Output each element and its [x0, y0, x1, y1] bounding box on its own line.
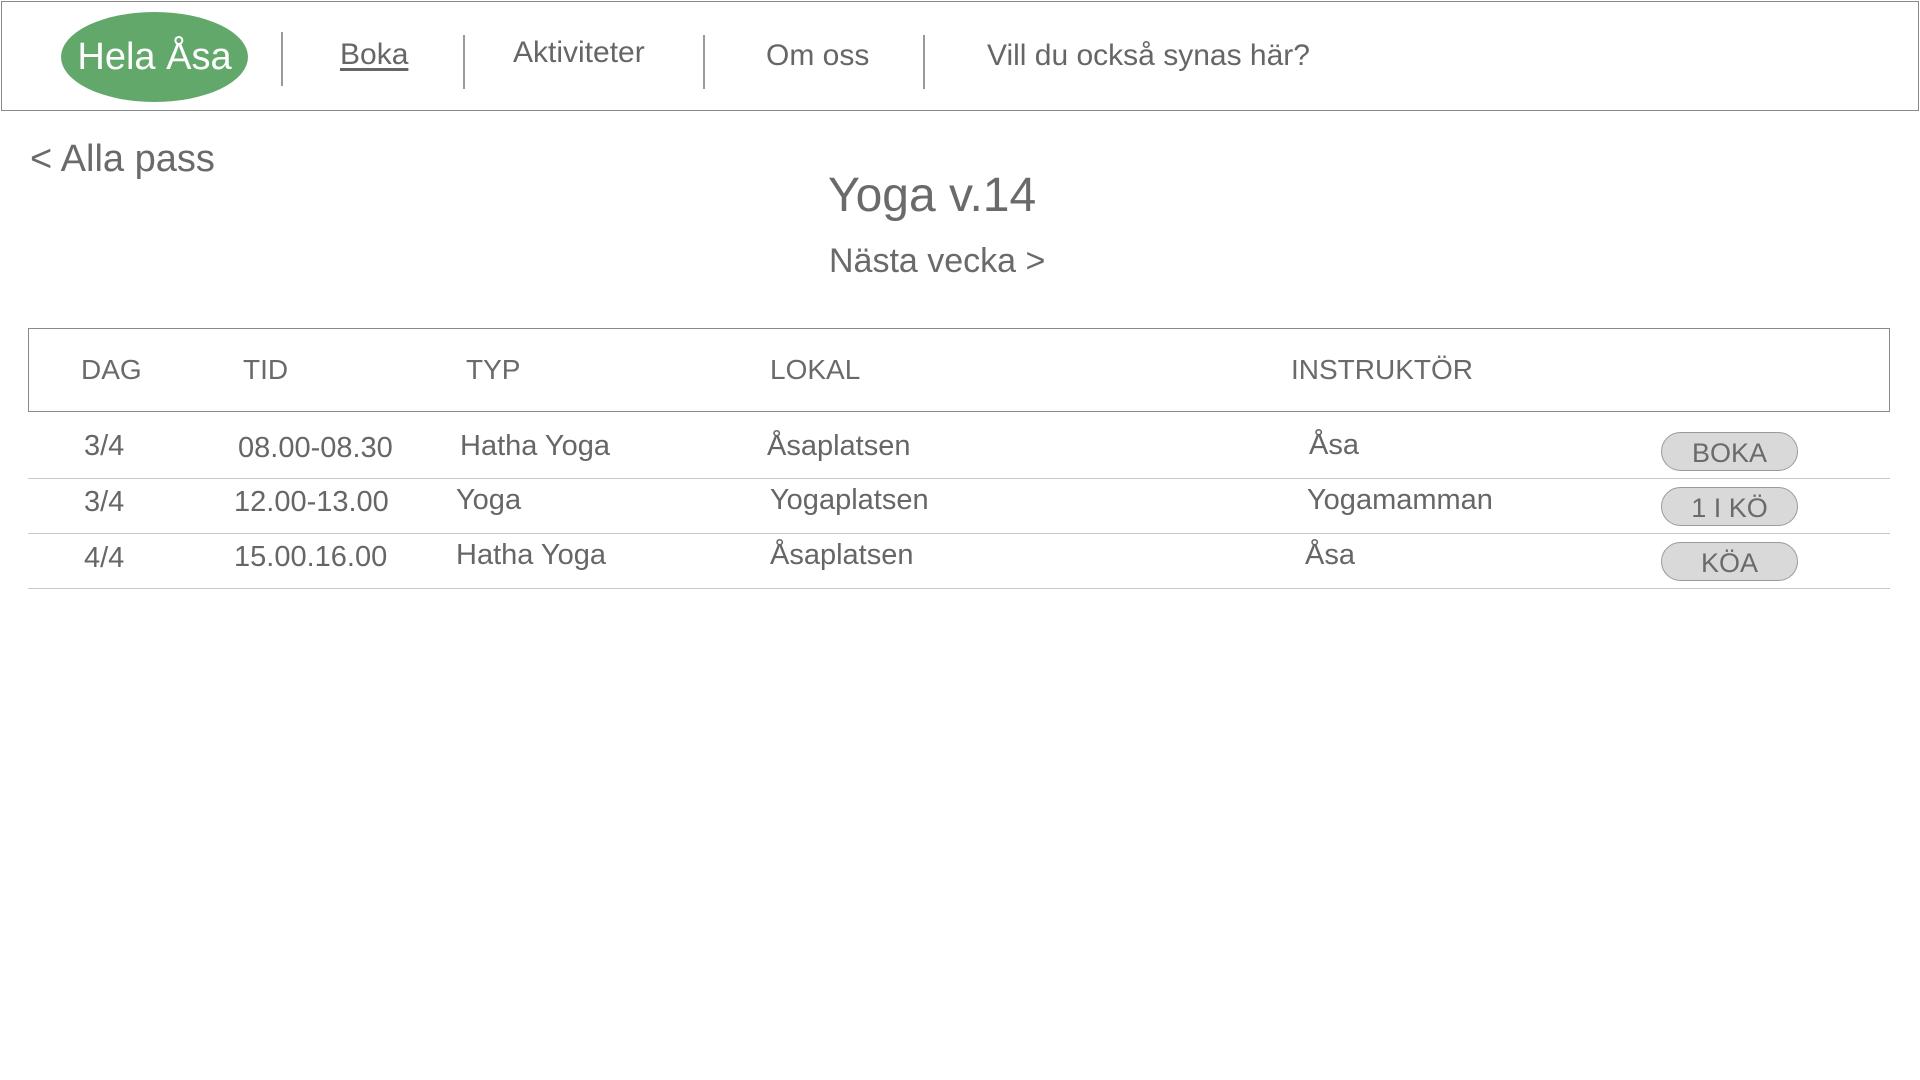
boka-button[interactable]: BOKA: [1661, 432, 1798, 471]
cell-instruktor: Åsa: [1309, 429, 1359, 461]
koa-button[interactable]: KÖA: [1661, 542, 1798, 581]
cell-typ: Yoga: [456, 484, 522, 516]
column-header-dag: DAG: [81, 354, 142, 385]
nav-divider: [703, 35, 705, 89]
column-header-tid: TID: [243, 354, 289, 385]
nav-link-boka[interactable]: Boka: [340, 38, 408, 72]
page-title: Yoga v.14: [828, 169, 1037, 222]
nav-link-om-oss[interactable]: Om oss: [766, 39, 869, 73]
nav-link-aktiviteter[interactable]: Aktiviteter: [513, 36, 645, 70]
table-header: DAG TID TYP LOKAL INSTRUKTÖR: [28, 328, 1890, 412]
next-week-link[interactable]: Nästa vecka >: [829, 242, 1045, 281]
cell-tid: 08.00-08.30: [238, 432, 393, 464]
cell-typ: Hatha Yoga: [460, 430, 610, 462]
cell-dag: 4/4: [84, 542, 125, 574]
cell-lokal: Åsaplatsen: [767, 430, 911, 462]
cell-typ: Hatha Yoga: [456, 539, 606, 571]
cell-instruktor: Yogamamman: [1307, 484, 1493, 516]
column-header-lokal: LOKAL: [770, 354, 861, 385]
column-header-instruktor: INSTRUKTÖR: [1291, 354, 1473, 385]
nav-link-synas[interactable]: Vill du också synas här?: [987, 39, 1310, 73]
nav-divider: [281, 32, 283, 86]
cell-instruktor: Åsa: [1305, 539, 1355, 571]
cell-lokal: Yogaplatsen: [770, 484, 929, 516]
back-link-alla-pass[interactable]: < Alla pass: [30, 138, 215, 181]
cell-dag: 3/4: [84, 486, 125, 518]
cell-lokal: Åsaplatsen: [770, 539, 914, 571]
table-row: 3/4 12.00-13.00 Yoga Yogaplatsen Yogamam…: [28, 479, 1890, 534]
cell-tid: 12.00-13.00: [234, 486, 389, 518]
table-row: 4/4 15.00.16.00 Hatha Yoga Åsaplatsen Ås…: [28, 534, 1890, 589]
nav-divider: [463, 35, 465, 89]
table-row: 3/4 08.00-08.30 Hatha Yoga Åsaplatsen Ås…: [28, 424, 1890, 479]
nav-divider: [923, 35, 925, 89]
column-header-typ: TYP: [466, 354, 521, 385]
queue-status-button[interactable]: 1 I KÖ: [1661, 487, 1798, 526]
navbar: Hela Åsa Boka Aktiviteter Om oss Vill du…: [1, 1, 1919, 111]
cell-tid: 15.00.16.00: [234, 541, 388, 573]
page: Hela Åsa Boka Aktiviteter Om oss Vill du…: [0, 0, 1920, 1080]
logo[interactable]: Hela Åsa: [61, 12, 248, 102]
cell-dag: 3/4: [84, 430, 125, 462]
